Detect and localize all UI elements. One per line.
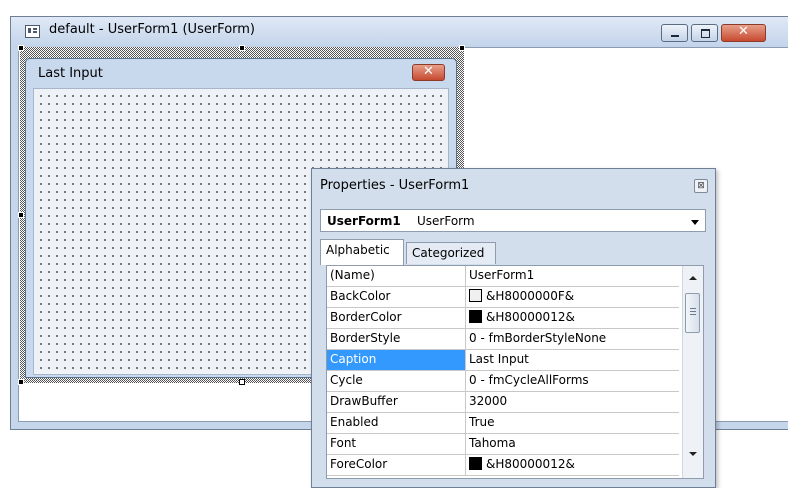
scroll-down-icon[interactable] — [689, 452, 697, 456]
property-row[interactable]: BorderStyle 0 - fmBorderStyleNone — [327, 329, 679, 350]
property-value[interactable]: 0 - fmBorderStyleNone — [469, 331, 606, 345]
tab-categorized[interactable]: Categorized — [406, 242, 496, 264]
resize-handle-top-left — [18, 45, 24, 51]
property-value-color[interactable]: &H80000012& — [469, 457, 575, 471]
color-swatch — [469, 457, 482, 470]
scroll-up-icon[interactable] — [689, 276, 697, 280]
tab-alphabetic[interactable]: Alphabetic — [320, 239, 404, 265]
object-type: UserForm — [417, 214, 475, 228]
resize-handle-top — [239, 45, 245, 51]
property-row[interactable]: BorderColor &H80000012& — [327, 308, 679, 329]
userform-caption: Last Input — [38, 66, 103, 81]
property-value[interactable]: 32000 — [469, 394, 507, 408]
color-swatch — [469, 310, 482, 323]
resize-handle-bottom-left — [18, 379, 24, 385]
vertical-scrollbar[interactable] — [682, 266, 703, 478]
property-value[interactable]: Tahoma — [469, 436, 516, 450]
property-name: BorderStyle — [327, 329, 466, 349]
property-value[interactable]: 0 - fmCycleAllForms — [469, 373, 589, 387]
property-name: Cycle — [327, 371, 466, 391]
userform-close-button[interactable]: ✕ — [412, 64, 445, 81]
color-swatch — [469, 289, 482, 302]
property-grid: (Name) UserForm1 BackColor &H8000000F& B… — [326, 265, 704, 479]
property-row[interactable]: Enabled True — [327, 413, 679, 434]
properties-title: Properties - UserForm1 — [320, 178, 470, 193]
resize-handle-top-right — [459, 45, 465, 51]
resize-handle-left — [18, 212, 24, 218]
designer-title-bar[interactable]: default - UserForm1 (UserForm) ✕ — [11, 17, 788, 47]
property-name: Enabled — [327, 413, 466, 433]
property-value-color[interactable]: &H8000000F& — [469, 289, 574, 303]
designer-window-title: default - UserForm1 (UserForm) — [49, 22, 256, 37]
property-row[interactable]: DrawBuffer 32000 — [327, 392, 679, 413]
property-name: Font — [327, 434, 466, 454]
property-row-selected[interactable]: Caption Last Input — [327, 350, 679, 371]
scroll-thumb[interactable] — [685, 293, 700, 333]
maximize-button[interactable] — [691, 24, 718, 42]
properties-window: Properties - UserForm1 ⊠ UserForm1 UserF… — [311, 168, 716, 488]
property-value: &H8000000F& — [486, 289, 575, 303]
minimize-icon — [671, 35, 679, 37]
property-name: Caption — [327, 350, 466, 370]
close-button[interactable]: ✕ — [721, 24, 766, 42]
close-icon: ✕ — [738, 24, 749, 39]
property-row[interactable]: Font Tahoma — [327, 434, 679, 455]
property-value-color[interactable]: &H80000012& — [469, 310, 575, 324]
resize-handle-bottom[interactable] — [239, 379, 245, 385]
object-selector-dropdown[interactable]: UserForm1 UserForm — [320, 209, 706, 232]
close-icon: ✕ — [423, 64, 434, 79]
object-name: UserForm1 — [327, 214, 401, 228]
property-name: DrawBuffer — [327, 392, 466, 412]
property-value[interactable]: True — [469, 415, 495, 429]
userform-window-icon — [25, 25, 40, 38]
property-row[interactable]: Cycle 0 - fmCycleAllForms — [327, 371, 679, 392]
property-value: &H80000012& — [486, 457, 575, 471]
property-row[interactable]: (Name) UserForm1 — [327, 266, 679, 287]
property-value[interactable]: Last Input — [469, 352, 529, 366]
property-name: (Name) — [327, 266, 466, 286]
property-value: &H80000012& — [486, 310, 575, 324]
property-name: BackColor — [327, 287, 466, 307]
property-name: BorderColor — [327, 308, 466, 328]
property-row[interactable]: ForeColor &H80000012& — [327, 455, 679, 476]
close-icon: ⊠ — [697, 181, 705, 191]
property-row[interactable]: BackColor &H8000000F& — [327, 287, 679, 308]
property-value[interactable]: UserForm1 — [469, 268, 534, 282]
properties-close-button[interactable]: ⊠ — [694, 179, 708, 193]
maximize-icon — [701, 29, 710, 38]
dropdown-arrow-icon[interactable] — [691, 220, 699, 225]
minimize-button[interactable] — [661, 24, 688, 42]
property-name: ForeColor — [327, 455, 466, 475]
